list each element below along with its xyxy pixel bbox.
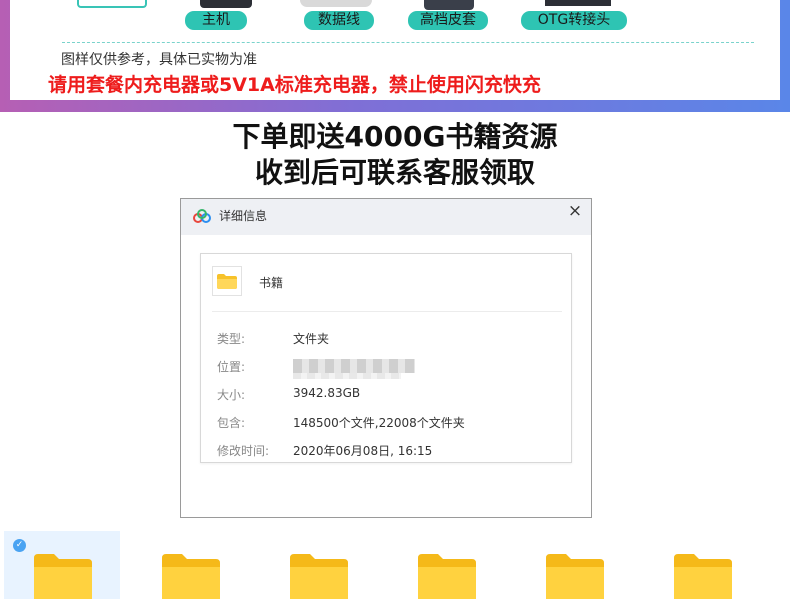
promo-headline-line2: 收到后可联系客服领取 — [254, 156, 535, 189]
charger-warning: 请用套餐内充电器或5V1A标准充电器，禁止使用闪充快充 — [48, 74, 541, 96]
folder-icon — [162, 554, 220, 599]
disclaimer-note: 图样仅供参考，具体已实物为准 — [61, 52, 257, 68]
location-value-redacted-tail — [293, 373, 401, 379]
folder-icon — [290, 554, 348, 599]
folder-icon — [546, 554, 604, 599]
accessory-label-cable: 数据线 — [304, 11, 374, 30]
folder-tile[interactable] — [516, 531, 632, 599]
folder-tile[interactable] — [644, 531, 760, 599]
cloud-drive-logo-icon — [193, 209, 211, 223]
panel-separator — [212, 311, 562, 312]
size-label: 大小: — [217, 388, 246, 402]
file-name: 书籍 — [259, 276, 284, 290]
cable-image — [300, 0, 372, 7]
dashed-divider — [62, 42, 754, 43]
folder-icon — [34, 554, 92, 599]
otg-adapter-image — [545, 0, 611, 6]
type-value: 文件夹 — [293, 332, 330, 346]
folder-tile[interactable] — [132, 531, 248, 599]
size-value: 3942.83GB — [293, 386, 361, 400]
detail-dialog: 详细信息 × 书籍 类型: 文件夹 位置: 大小: 3942.83GB 包含: … — [180, 198, 592, 518]
accessory-label-case: 高档皮套 — [408, 11, 488, 30]
folder-tile[interactable] — [260, 531, 376, 599]
main-device-image — [200, 0, 252, 8]
close-icon[interactable]: × — [565, 201, 585, 221]
checkmark-icon[interactable]: ✓ — [13, 539, 26, 552]
folder-tile[interactable] — [388, 531, 504, 599]
location-value-redacted — [293, 359, 415, 373]
promo-headline-line1: 下单即送4000G书籍资源 — [232, 120, 558, 153]
modified-time-label: 修改时间: — [217, 444, 270, 458]
folder-icon — [217, 274, 237, 289]
folder-icon — [418, 554, 476, 599]
contains-value: 148500个文件,22008个文件夹 — [293, 416, 465, 430]
banner-card: 主机 数据线 高档皮套 OTG转接头 图样仅供参考，具体已实物为准 请用套餐内充… — [10, 0, 780, 100]
location-label: 位置: — [217, 360, 246, 374]
case-image — [424, 0, 474, 10]
detail-panel: 书籍 类型: 文件夹 位置: 大小: 3942.83GB 包含: 148500个… — [200, 253, 572, 463]
dialog-titlebar: 详细信息 × — [181, 199, 591, 235]
accessory-label-otg: OTG转接头 — [521, 11, 627, 30]
contains-label: 包含: — [217, 416, 246, 430]
dialog-title: 详细信息 — [219, 209, 268, 223]
accessory-label-main-unit: 主机 — [185, 11, 247, 30]
type-label: 类型: — [217, 332, 246, 346]
file-thumbnail — [212, 266, 242, 296]
box-image — [77, 0, 147, 8]
folder-tile[interactable]: ✓ — [4, 531, 120, 599]
folder-icon — [674, 554, 732, 599]
modified-time-value: 2020年06月08日, 16:15 — [293, 444, 433, 458]
